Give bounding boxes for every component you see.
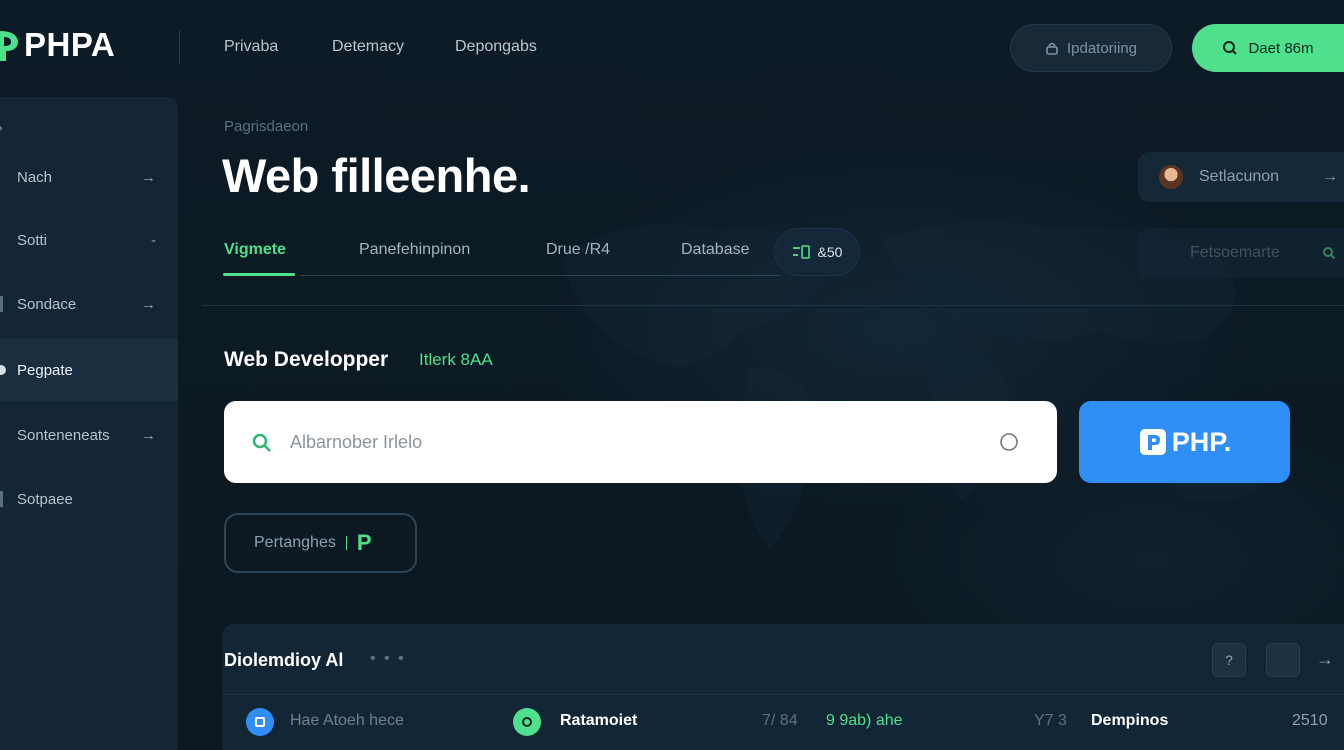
arrow-right-icon: → xyxy=(1322,168,1338,185)
header-divider xyxy=(179,30,180,64)
arrow-right-icon: → xyxy=(141,295,156,313)
row-cell-3: 7/ 84 xyxy=(762,712,798,729)
tab-3[interactable]: Drue /R4 xyxy=(546,241,610,259)
filter-icon xyxy=(792,245,810,259)
sidebar-item-label: Sotpaee xyxy=(17,490,73,508)
search-card-label: Fetsoemarte xyxy=(1190,244,1280,261)
blue-circle-icon xyxy=(246,708,274,736)
sidebar-item-3[interactable]: Sondace → xyxy=(0,274,178,334)
sidebar-item-label: Sonteneneats xyxy=(17,426,110,444)
tab-2[interactable]: Panefehinpinon xyxy=(359,241,470,259)
sidebar-item-label: Nach xyxy=(17,168,53,186)
section-title: Web Developper xyxy=(224,348,389,371)
tab-divider xyxy=(300,275,780,276)
page-title: Web filleenhe. xyxy=(222,149,531,202)
arrow-right-icon: → xyxy=(141,426,156,444)
bottom-panel: Diolemdioy Al • • • ? → Hae Atoeh hece R… xyxy=(222,624,1344,750)
primary-button[interactable]: Daet 86m xyxy=(1192,24,1344,72)
avatar xyxy=(1159,165,1183,189)
sidebar-item-6[interactable]: Sotpaee xyxy=(0,469,178,529)
tab-1[interactable]: Vigmete xyxy=(224,241,286,259)
search-icon xyxy=(1323,247,1336,260)
section-tag[interactable]: Itlerk 8AA xyxy=(419,350,493,370)
sidebar-item-label: Pegpate xyxy=(17,361,73,379)
breadcrumb[interactable]: Pagrisdaeon xyxy=(224,118,308,135)
sidebar-item-label: Sotti xyxy=(17,231,48,249)
sidebar-item-label: Sondace xyxy=(17,295,77,313)
search-input[interactable]: Albarnober Irlelo xyxy=(224,401,1057,483)
lock-icon xyxy=(1046,42,1058,55)
primary-button-label: Daet 86m xyxy=(1248,39,1314,57)
content-divider xyxy=(202,305,1344,306)
sidebar-item-2[interactable]: Sotti - xyxy=(0,210,178,270)
row-cell-7: 2510 xyxy=(1292,712,1328,729)
php-button-label: PHP. xyxy=(1171,426,1232,457)
nav-item-3[interactable]: Depongabs xyxy=(455,38,537,56)
top-bar: PHPA Privaba Detemacy Depongabs Ipdatori… xyxy=(0,0,1344,94)
profile-card-label: Setlacunon xyxy=(1199,168,1280,185)
more-icon[interactable]: • • • xyxy=(370,650,406,668)
panel-title: Diolemdioy Al xyxy=(224,650,344,670)
minus-icon: - xyxy=(151,231,156,249)
row-cell-1: Hae Atoeh hece xyxy=(290,712,404,729)
help-button[interactable]: ? xyxy=(1212,643,1246,677)
green-circle-icon xyxy=(513,708,541,736)
clear-icon[interactable] xyxy=(999,432,1019,452)
nav-item-1[interactable]: Privaba xyxy=(224,38,278,56)
outline-button-label: Ipdatoriing xyxy=(1066,39,1138,57)
profile-card[interactable]: Setlacunon → xyxy=(1138,152,1344,202)
active-dot-icon xyxy=(0,365,6,375)
indicator-bar xyxy=(0,296,3,312)
chip-label: Pertanghes xyxy=(254,534,336,551)
row-cell-6: Dempinos xyxy=(1091,712,1169,729)
help-button-label: ? xyxy=(1225,652,1233,668)
arrow-right-icon[interactable]: → xyxy=(1316,649,1334,670)
search-card[interactable]: Fetsoemarte xyxy=(1138,228,1344,278)
sidebar-item-5[interactable]: Sonteneneats → xyxy=(0,405,178,465)
php-logo-icon xyxy=(1139,429,1166,455)
sidebar-item-4-active[interactable]: Pegpate xyxy=(0,339,178,401)
search-icon xyxy=(252,433,271,452)
sidebar-collapse-icon[interactable]: › xyxy=(0,119,3,135)
search-placeholder: Albarnober Irlelo xyxy=(290,432,423,452)
row-cell-5: Y7 3 xyxy=(1034,712,1067,729)
logo-text: PHPA xyxy=(24,26,116,63)
php-button[interactable]: PHP. xyxy=(1079,401,1290,483)
row-cell-2: Ratamoiet xyxy=(560,712,638,729)
panel-divider xyxy=(222,694,1344,695)
sidebar: › Nach → Sotti - Sondace → Pegpate Sonte… xyxy=(0,97,178,750)
chip-letter: P xyxy=(356,530,372,555)
row-cell-4: 9 9ab) ahe xyxy=(826,712,903,729)
outline-button[interactable]: Ipdatoriing xyxy=(1010,24,1172,72)
tab-database[interactable]: Database xyxy=(681,241,750,259)
database-pill-label: &50 xyxy=(817,244,843,260)
chip-separator xyxy=(345,536,347,550)
grid-button[interactable] xyxy=(1266,643,1300,677)
logo-icon xyxy=(0,31,18,61)
filter-chip[interactable]: Pertanghes P xyxy=(224,513,417,573)
logo[interactable]: PHPA xyxy=(0,26,115,64)
database-pill[interactable]: &50 xyxy=(774,228,860,276)
sidebar-item-1[interactable]: Nach → xyxy=(0,147,178,207)
search-icon xyxy=(1223,41,1238,55)
nav-item-2[interactable]: Detemacy xyxy=(332,38,404,56)
arrow-right-icon: → xyxy=(141,168,156,186)
indicator-bar xyxy=(0,491,3,507)
active-tab-indicator xyxy=(223,273,295,276)
